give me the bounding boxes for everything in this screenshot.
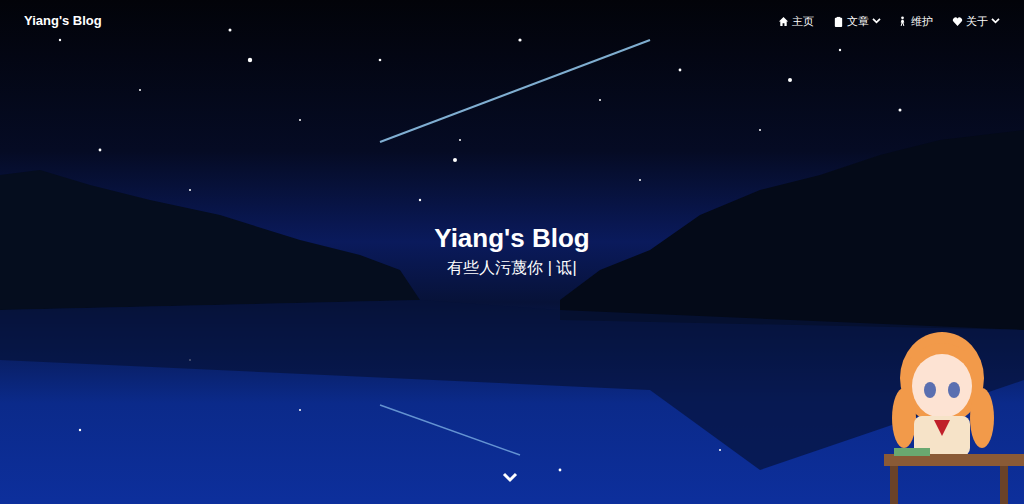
nav-label: 文章	[847, 13, 869, 29]
nav-menu: 主页 文章 维护 关于	[778, 13, 1000, 29]
hero-text: Yiang's Blog 有些人污蔑你 | 诋|	[0, 221, 1024, 280]
nav-item[interactable]: 维护	[897, 13, 936, 29]
chevron-down-icon	[872, 18, 881, 25]
subtitle-text: 有些人污蔑你 | 诋	[447, 259, 572, 276]
brand-link[interactable]: Yiang's Blog	[24, 11, 102, 31]
nav-label: 维护	[911, 13, 933, 29]
clipboard-icon	[833, 16, 844, 27]
nav-item[interactable]: 文章	[833, 13, 881, 29]
nav-item[interactable]: 关于	[952, 13, 1000, 29]
scroll-down-icon[interactable]	[502, 472, 518, 484]
hero-subtitle: 有些人污蔑你 | 诋|	[447, 256, 576, 280]
walking-icon	[897, 16, 908, 27]
nav-label: 主页	[792, 13, 814, 29]
hero-title: Yiang's Blog	[434, 221, 589, 255]
home-icon	[778, 16, 789, 27]
mascot-icon[interactable]	[884, 318, 1024, 504]
heart-icon	[952, 16, 963, 27]
hero: Yiang's Blog 主页 文章 维护 关于 Yiang's Blog 有些人污蔑…	[0, 0, 1024, 504]
nav-label: 关于	[966, 13, 988, 29]
nav-item[interactable]: 主页	[778, 13, 817, 29]
typing-cursor: |	[572, 259, 576, 276]
chevron-down-icon	[991, 18, 1000, 25]
navbar: Yiang's Blog 主页 文章 维护 关于	[0, 0, 1024, 42]
